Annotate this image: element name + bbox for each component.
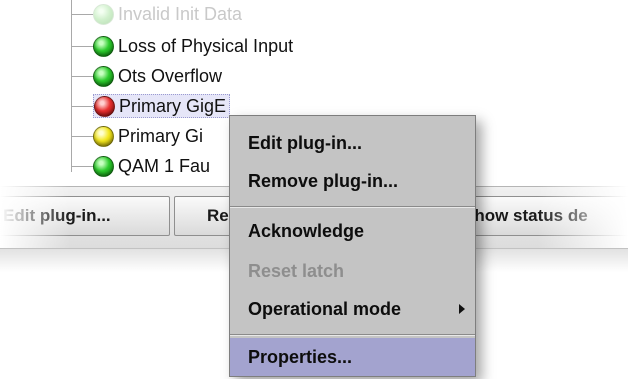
menu-separator <box>230 206 475 208</box>
tree-item-selected: Primary GigE <box>93 94 231 118</box>
tree-item-ots-overflow[interactable]: Ots Overflow <box>56 63 225 89</box>
status-led-icon <box>93 3 114 25</box>
tree-item-label: Ots Overflow <box>118 65 223 86</box>
tree-branch-line <box>71 13 93 15</box>
tree-item-qam-1-fault[interactable]: QAM 1 Fau <box>56 153 213 179</box>
edge-fade-left <box>0 186 70 248</box>
tree-item-label: Primary Gi <box>118 125 203 146</box>
status-led-icon <box>93 125 114 147</box>
screenshot-stage: Invalid Init Data Loss of Physical Input… <box>0 0 628 379</box>
tree-item-label: Primary GigE <box>119 95 227 116</box>
tree-item-label: Loss of Physical Input <box>118 35 294 56</box>
tree-item-label: Invalid Init Data <box>118 3 243 24</box>
tree-item-primary-gige[interactable]: Primary GigE <box>56 93 231 119</box>
tree-item-loss-of-physical-input[interactable]: Loss of Physical Input <box>56 33 296 59</box>
tree-branch-line <box>71 45 93 47</box>
menu-item-operational-mode[interactable]: Operational mode <box>230 290 475 328</box>
menu-item-properties[interactable]: Properties... <box>230 338 475 376</box>
menu-item-label: Operational mode <box>248 298 402 319</box>
menu-item-remove-plugin[interactable]: Remove plug-in... <box>230 162 475 200</box>
menu-item-acknowledge[interactable]: Acknowledge <box>230 212 475 250</box>
tree-branch-line <box>71 75 93 77</box>
status-led-icon <box>93 35 114 57</box>
tree-item-primary-gi[interactable]: Primary Gi <box>56 123 206 149</box>
tree-item-label: QAM 1 Fau <box>118 155 211 176</box>
status-led-icon <box>93 65 114 87</box>
menu-separator <box>230 334 475 336</box>
tree-item-invalid-init-data[interactable]: Invalid Init Data <box>56 1 245 27</box>
tree-branch-line <box>71 105 93 107</box>
tree-branch-line <box>71 135 93 137</box>
context-menu: Edit plug-in... Remove plug-in... Acknow… <box>229 115 476 377</box>
edge-fade-right <box>538 186 628 248</box>
status-led-icon <box>93 155 114 177</box>
submenu-arrow-icon <box>459 304 465 314</box>
status-led-icon <box>94 95 115 117</box>
tree-branch-line <box>71 165 93 167</box>
menu-item-edit-plugin[interactable]: Edit plug-in... <box>230 124 475 162</box>
menu-item-reset-latch: Reset latch <box>248 260 345 281</box>
